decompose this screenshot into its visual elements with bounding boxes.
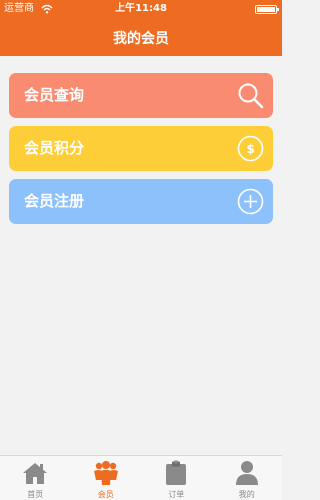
member-points-label: 会员积分 bbox=[24, 139, 85, 157]
status-time: 上午11:48 bbox=[115, 3, 167, 14]
coin-icon: $ bbox=[237, 135, 264, 162]
tab-members[interactable]: 会员 bbox=[71, 456, 142, 500]
members-icon bbox=[93, 461, 118, 485]
plus-icon bbox=[237, 188, 264, 215]
page-title: 我的会员 bbox=[113, 31, 169, 47]
home-icon bbox=[23, 463, 48, 484]
tab-orders-label: 订单 bbox=[168, 490, 185, 499]
search-icon bbox=[238, 83, 264, 109]
member-query-label: 会员查询 bbox=[24, 86, 85, 104]
tab-home[interactable]: 首页 bbox=[0, 456, 71, 500]
member-register-label: 会员注册 bbox=[24, 192, 85, 210]
tab-members-label: 会员 bbox=[97, 490, 114, 499]
status-bar: 运营商 上午11:48 bbox=[0, 0, 282, 18]
tab-bar: 首页 会员 订单 我的 bbox=[0, 455, 282, 500]
tab-mine[interactable]: 我的 bbox=[212, 456, 283, 500]
member-menu: 会员查询 会员积分 $ 会员注册 bbox=[9, 73, 273, 232]
header: 运营商 上午11:48 我的会员 bbox=[0, 0, 282, 56]
member-points-button[interactable]: 会员积分 $ bbox=[9, 126, 273, 171]
person-icon bbox=[235, 461, 258, 485]
member-query-button[interactable]: 会员查询 bbox=[9, 73, 273, 118]
member-register-button[interactable]: 会员注册 bbox=[9, 179, 273, 224]
tab-orders[interactable]: 订单 bbox=[141, 456, 212, 500]
clipboard-icon bbox=[166, 460, 187, 485]
tab-home-label: 首页 bbox=[27, 490, 44, 499]
svg-text:$: $ bbox=[246, 142, 254, 156]
battery-icon bbox=[255, 5, 279, 14]
tab-mine-label: 我的 bbox=[238, 490, 255, 499]
